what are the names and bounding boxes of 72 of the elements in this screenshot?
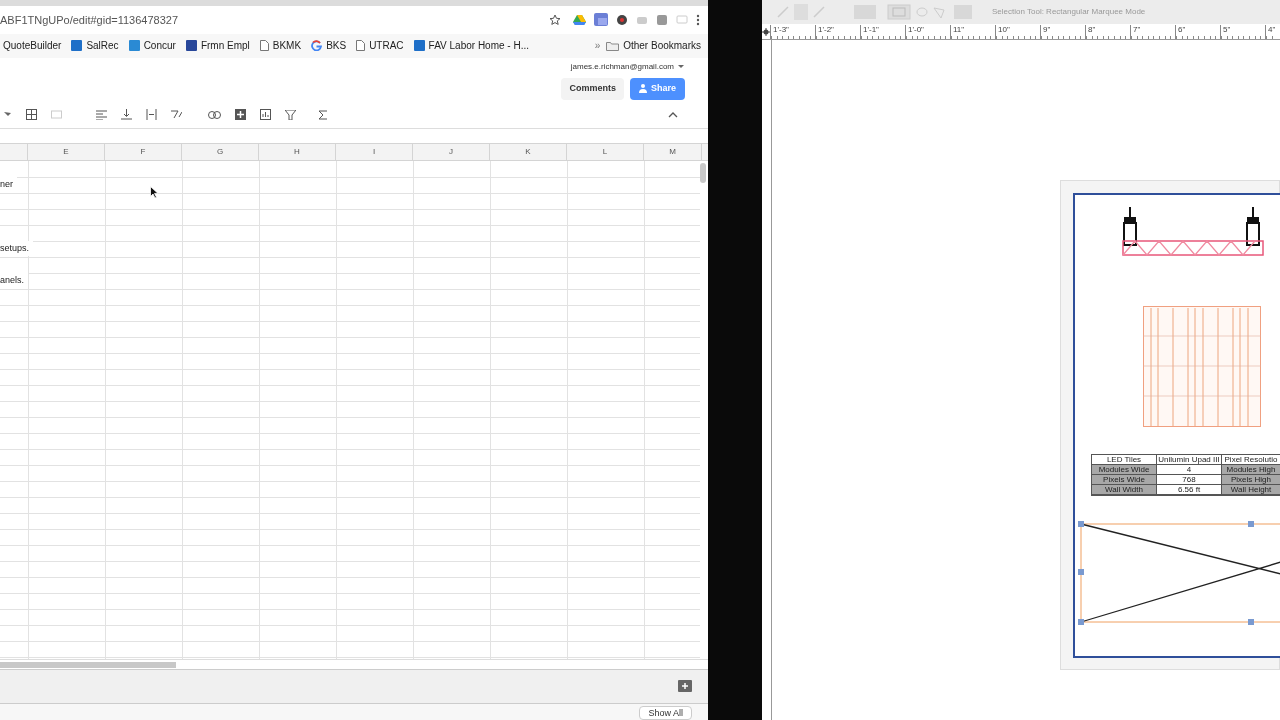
filter-icon[interactable] (285, 110, 296, 120)
bookmark-link[interactable]: Frmn Empl (200, 38, 250, 54)
ruler-label: 5" (1223, 25, 1231, 34)
more-bookmarks-button[interactable]: » (594, 38, 601, 54)
explore-icon[interactable] (678, 679, 692, 694)
page-icon (259, 40, 269, 52)
text-wrap-icon[interactable] (146, 109, 157, 121)
page-icon (356, 40, 366, 52)
table-cell: Pixel Resolutio (1222, 455, 1280, 464)
ruler-label: 4" (1268, 25, 1276, 34)
link-icon[interactable] (208, 111, 221, 119)
table-cell: Wall Height (1222, 485, 1280, 494)
bookmark-folder[interactable]: Other Bookmarks (623, 38, 701, 54)
calendar-icon[interactable] (594, 13, 608, 27)
origin-icon[interactable] (762, 28, 770, 36)
ruler-label: 9" (1043, 25, 1051, 34)
star-icon[interactable] (549, 13, 561, 26)
table-cell: Wall Width (1092, 485, 1157, 494)
ruler-label: 8" (1088, 25, 1096, 34)
table-cell: Pixels Wide (1092, 475, 1157, 484)
table-cell: Unilumin Upad III (1157, 455, 1222, 464)
ruler-label: 1'-2" (818, 25, 834, 34)
google-icon (311, 40, 323, 52)
column-header[interactable]: F (140, 146, 146, 159)
column-header[interactable]: E (63, 146, 69, 159)
table-cell: Modules Wide (1092, 465, 1157, 474)
status-text: Selection Tool: Rectangular Marquee Mode (992, 6, 1146, 18)
show-all-button[interactable]: Show All (639, 706, 692, 720)
address-bar[interactable]: ABF1TNgUPo/edit#gid=1136478327 (0, 11, 549, 29)
text-rotate-icon[interactable] (171, 109, 182, 121)
menu-icon[interactable] (696, 13, 700, 26)
sum-icon[interactable] (318, 110, 328, 120)
chart-icon[interactable] (260, 109, 271, 121)
borders-icon[interactable] (26, 109, 37, 121)
scrollbar-thumb[interactable] (700, 163, 706, 184)
insert-comment-icon[interactable] (235, 109, 246, 121)
bookmark-link[interactable]: BKS (326, 38, 347, 54)
caret-icon[interactable] (678, 65, 684, 69)
table-cell: Modules High (1222, 465, 1280, 474)
comments-button[interactable]: Comments (561, 77, 624, 100)
account-email[interactable]: james.e.richman@gmail.com (570, 60, 674, 73)
column-header[interactable]: M (669, 146, 676, 159)
merge-cells-icon (51, 109, 62, 121)
ruler-label: 10" (998, 25, 1010, 34)
bookmark-link[interactable]: UTRAC (369, 38, 404, 54)
bookmark-link[interactable]: Concur (143, 38, 176, 54)
column-header[interactable]: I (372, 146, 376, 159)
column-header[interactable]: J (449, 146, 453, 159)
vertical-align-icon[interactable] (121, 109, 132, 121)
cell-text: setups. (0, 241, 34, 257)
column-header[interactable]: H (294, 146, 300, 159)
column-header[interactable]: G (216, 146, 224, 159)
folder-icon (606, 40, 620, 51)
ruler-label: 11" (953, 25, 965, 34)
column-header[interactable]: K (525, 146, 531, 159)
ruler-label: 1'-3" (773, 25, 789, 34)
extension-icon[interactable] (616, 13, 628, 26)
ruler-label: 1'-1" (863, 25, 879, 34)
bookmark-link[interactable]: QuoteBuilder (3, 38, 62, 54)
ruler-label: 7" (1133, 25, 1141, 34)
drive-icon[interactable] (573, 13, 586, 26)
scrollbar-thumb[interactable] (0, 662, 176, 669)
table-cell: Pixels High (1222, 475, 1280, 484)
column-header[interactable]: L (602, 146, 608, 159)
bookmark-link[interactable]: BKMK (272, 38, 302, 54)
ruler-label: 6" (1178, 25, 1186, 34)
mouse-cursor-icon (150, 186, 158, 199)
bookmark-link[interactable]: SalRec (86, 38, 119, 54)
collapse-icon[interactable] (668, 112, 678, 118)
ruler-label: 1'-0" (908, 25, 924, 34)
person-icon (639, 84, 647, 94)
bookmark-link[interactable]: FAV Labor Home - H... (428, 38, 529, 54)
